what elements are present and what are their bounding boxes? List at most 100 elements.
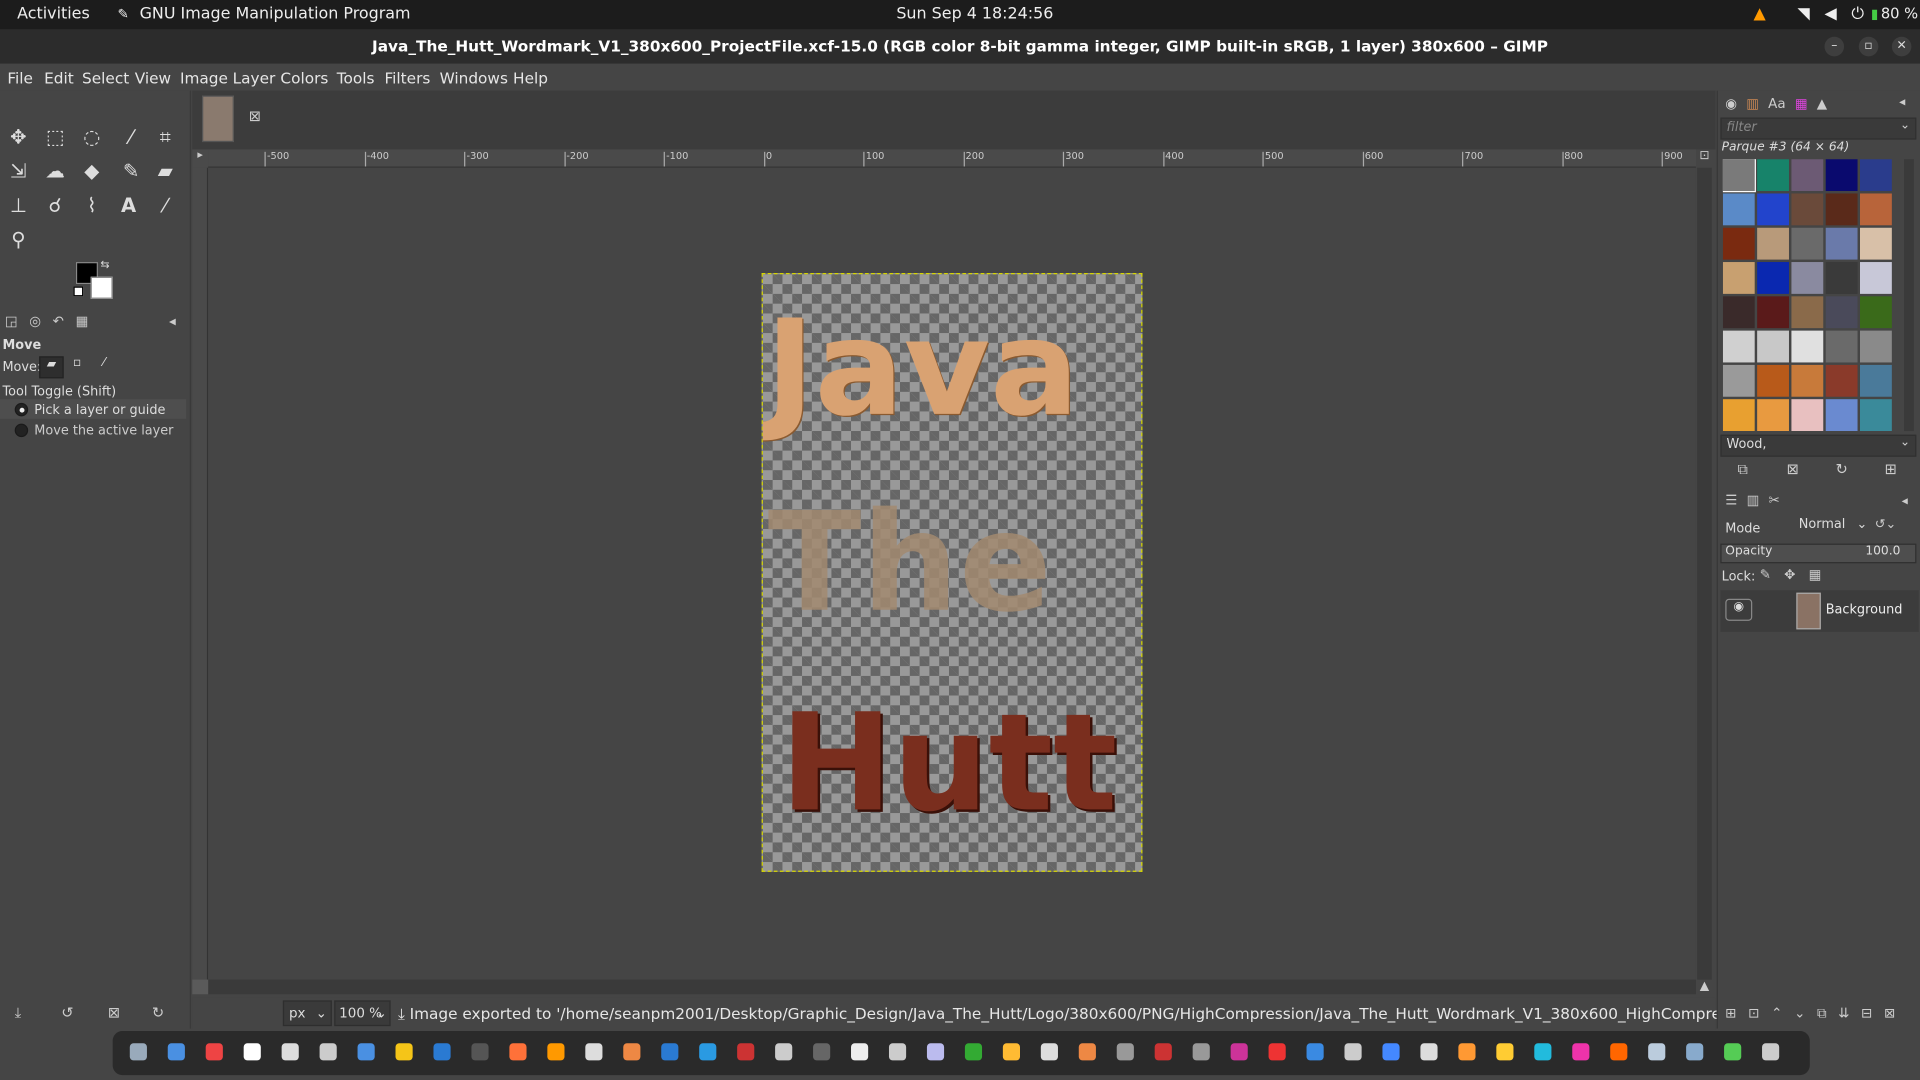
unit-select[interactable]: px ⌄ xyxy=(282,1000,332,1027)
delete-layer-icon[interactable]: ⊠ xyxy=(1884,1005,1895,1021)
rect-select-tool-icon[interactable]: ⬚ xyxy=(42,124,69,151)
close-image-tab-icon[interactable]: ⊠ xyxy=(249,108,261,125)
dock-app-icon[interactable] xyxy=(1116,1043,1134,1061)
minimize-button[interactable]: – xyxy=(1824,36,1845,57)
pattern-swatch[interactable] xyxy=(1860,364,1892,397)
dock-app-icon[interactable] xyxy=(737,1043,755,1061)
pattern-swatch[interactable] xyxy=(1757,330,1789,363)
menu-select[interactable]: Select xyxy=(82,69,129,87)
duplicate-layer-icon[interactable]: ⧉ xyxy=(1817,1005,1827,1021)
dock-app-icon[interactable] xyxy=(1458,1043,1476,1061)
lock-alpha-icon[interactable]: ▦ xyxy=(1809,567,1822,583)
dock-app-icon[interactable] xyxy=(585,1043,603,1061)
channels-tab-icon[interactable]: ▥ xyxy=(1747,492,1760,508)
smudge-tool-icon[interactable]: ☌ xyxy=(42,192,69,219)
pattern-swatch[interactable] xyxy=(1722,296,1755,329)
pattern-swatch[interactable] xyxy=(1825,227,1858,260)
unified-transform-tool-icon[interactable]: ⇲ xyxy=(5,158,32,185)
dock-app-icon[interactable] xyxy=(1002,1043,1021,1061)
undo-history-tab-icon[interactable]: ↶ xyxy=(53,313,64,329)
horizontal-scrollbar[interactable] xyxy=(208,979,1696,995)
dock-app-icon[interactable] xyxy=(1724,1043,1742,1061)
warp-transform-tool-icon[interactable]: ☁ xyxy=(42,158,69,185)
app-menu-label[interactable]: GNU Image Manipulation Program xyxy=(140,5,411,23)
menu-windows[interactable]: Windows xyxy=(440,69,508,87)
pattern-swatch[interactable] xyxy=(1791,364,1824,397)
dock-app-icon[interactable] xyxy=(964,1043,983,1061)
lower-layer-icon[interactable]: ⌄ xyxy=(1794,1005,1805,1021)
text-tool-icon[interactable]: A xyxy=(115,192,142,219)
menu-filters[interactable]: Filters xyxy=(384,69,430,87)
eye-visibility-icon[interactable]: ◉ xyxy=(1725,598,1753,621)
dock-app-icon[interactable] xyxy=(357,1043,375,1061)
dock-app-icon[interactable] xyxy=(1268,1043,1286,1061)
clock[interactable]: Sun Sep 4 18:24:56 xyxy=(896,5,1053,23)
dock-app-icon[interactable] xyxy=(167,1043,185,1061)
pattern-swatch[interactable] xyxy=(1722,227,1755,260)
dock-app-icon[interactable] xyxy=(1078,1043,1096,1061)
pattern-swatch[interactable] xyxy=(1791,227,1824,260)
pattern-swatch[interactable] xyxy=(1757,262,1789,294)
pattern-swatch[interactable] xyxy=(1825,262,1858,294)
image-canvas[interactable]: Java The Hutt xyxy=(761,273,1143,872)
dock-app-icon[interactable] xyxy=(1344,1043,1362,1061)
dock-menu-icon[interactable]: ◂ xyxy=(1899,96,1905,109)
pattern-swatch[interactable] xyxy=(1860,399,1892,432)
fonts-tab-icon[interactable]: Aa xyxy=(1768,96,1785,112)
pattern-swatch[interactable] xyxy=(1791,193,1824,226)
dock-app-icon[interactable] xyxy=(1382,1043,1400,1061)
lock-pixels-icon[interactable]: ✎ xyxy=(1760,567,1771,583)
vertical-scrollbar[interactable] xyxy=(1697,167,1712,980)
pattern-swatch[interactable] xyxy=(1825,193,1858,226)
reset-tool-options-icon[interactable]: ↻ xyxy=(152,1004,164,1021)
dock-app-icon[interactable] xyxy=(319,1043,337,1061)
save-tool-preset-icon[interactable]: ⤓ xyxy=(15,1004,22,1022)
zoom-select[interactable]: 100 % ⌄ xyxy=(334,1000,391,1027)
maximize-button[interactable]: ▫ xyxy=(1858,36,1879,57)
pattern-swatch[interactable] xyxy=(1825,364,1858,397)
menu-colors[interactable]: Colors xyxy=(280,69,328,87)
pattern-swatch[interactable] xyxy=(1860,296,1892,329)
image-thumbnail-tab[interactable] xyxy=(202,95,234,143)
clone-tool-icon[interactable]: ⊥ xyxy=(5,192,32,219)
dock-app-icon[interactable] xyxy=(243,1043,261,1061)
dock-app-icon[interactable] xyxy=(888,1043,907,1061)
dock-app-icon[interactable] xyxy=(1686,1043,1704,1061)
paintbrush-tool-icon[interactable]: ✎ xyxy=(118,158,145,185)
dock-app-icon[interactable] xyxy=(623,1043,641,1061)
navigate-image-icon[interactable]: ▲ xyxy=(1697,980,1712,995)
dock-app-icon[interactable] xyxy=(813,1043,831,1061)
pattern-swatch[interactable] xyxy=(1825,159,1858,192)
move-path-mode-button[interactable]: ⁄ xyxy=(93,356,115,378)
panel-menu-icon[interactable]: ◂ xyxy=(169,313,176,329)
gradients-tab-icon[interactable]: ▦ xyxy=(1795,96,1808,112)
dock-app-icon[interactable] xyxy=(1610,1043,1628,1061)
pattern-swatch[interactable] xyxy=(1722,262,1755,294)
pick-layer-label[interactable]: Pick a layer or guide xyxy=(34,403,165,418)
lasso-tool-icon[interactable]: ◌ xyxy=(78,124,105,151)
color-picker-tool-icon[interactable]: ⁄ xyxy=(152,192,179,219)
dock-app-icon[interactable] xyxy=(281,1043,299,1061)
pattern-swatch[interactable] xyxy=(1722,330,1755,363)
zoom-to-fit-icon[interactable]: ⊡ xyxy=(1696,149,1713,167)
dock-app-icon[interactable] xyxy=(661,1043,679,1061)
paths-tool-icon[interactable]: ⌇ xyxy=(78,192,105,219)
brushes-tab-icon[interactable]: ◉ xyxy=(1725,96,1737,112)
move-layer-mode-button[interactable]: ▰ xyxy=(39,356,64,379)
pattern-swatch[interactable] xyxy=(1757,399,1789,432)
opacity-spinner[interactable]: Opacity 100.0 xyxy=(1720,543,1917,564)
paint-dynamics-tab-icon[interactable]: ▲ xyxy=(1817,96,1827,112)
dock-app-icon[interactable] xyxy=(395,1043,413,1061)
dock-app-icon[interactable] xyxy=(509,1043,527,1061)
layer-row-background[interactable]: ◉ Background xyxy=(1720,590,1919,632)
raise-layer-icon[interactable]: ⌃ xyxy=(1771,1005,1782,1021)
pattern-swatch[interactable] xyxy=(1791,159,1824,192)
device-status-tab-icon[interactable]: ◎ xyxy=(29,313,41,329)
new-layer-group-icon[interactable]: ⊞ xyxy=(1725,1005,1736,1021)
dock-app-icon[interactable] xyxy=(129,1043,147,1061)
pattern-swatch[interactable] xyxy=(1860,159,1892,192)
pattern-swatch[interactable] xyxy=(1757,227,1789,260)
menu-help[interactable]: Help xyxy=(513,69,548,87)
pattern-swatch[interactable] xyxy=(1722,364,1755,397)
merge-layer-icon[interactable]: ⇊ xyxy=(1838,1005,1849,1021)
